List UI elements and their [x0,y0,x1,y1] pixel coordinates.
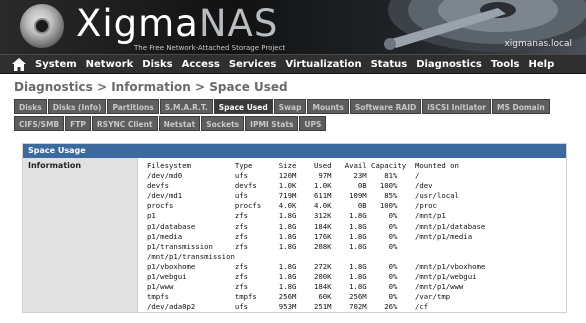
nav-item-status[interactable]: Status [371,55,408,75]
panel-body: Information Filesystem Type Size Used Av… [23,158,566,312]
tab-disks[interactable]: Disks [14,99,47,114]
tab-ms-domain[interactable]: MS Domain [492,99,550,114]
tab-bar: Disks Disks (Info) Partitions S.M.A.R.T. Spa… [14,99,574,133]
tab-s-m-a-r-t[interactable]: S.M.A.R.T. [159,99,213,114]
nav-item-tools[interactable]: Tools [491,55,520,75]
df-output-area: Filesystem Type Size Used Avail Capacity… [138,158,566,312]
tab-row-2: CIFS/SMB FTP RSYNC Client Netstat Sockets IPM… [14,116,574,131]
information-label: Information [23,158,138,312]
nav-item-system[interactable]: System [35,55,77,75]
nav-item-network[interactable]: Network [86,55,134,75]
tab-iscsi-initiator[interactable]: iSCSI Initiator [422,99,492,114]
nav-item-diagnostics[interactable]: Diagnostics [416,55,482,75]
tab-ftp[interactable]: FTP [65,116,91,131]
tab-software-raid[interactable]: Software RAID [349,99,422,114]
tab-swap[interactable]: Swap [273,99,307,114]
tab-cifs-smb[interactable]: CIFS/SMB [14,116,65,131]
nav-item-access[interactable]: Access [182,55,220,75]
breadcrumb: Diagnostics > Information > Space Used [14,80,288,94]
nav-item-help[interactable]: Help [528,55,554,75]
logo-tagline: The Free Network-Attached Storage Projec… [134,44,286,52]
main-nav: System Network Disks Access Services Virtuali… [0,54,586,74]
df-output: Filesystem Type Size Used Avail Capacity… [147,161,486,312]
logo-disk-icon [20,4,64,48]
tab-row-1: Disks Disks (Info) Partitions S.M.A.R.T. Spa… [14,99,574,114]
nav-menu: System Network Disks Access Services Virtuali… [35,55,563,75]
nav-item-virtualization[interactable]: Virtualization [285,55,361,75]
space-usage-panel: Space Usage Information Filesystem Type … [22,143,567,313]
nav-item-services[interactable]: Services [229,55,277,75]
tab-ipmi-stats[interactable]: IPMI Stats [245,116,299,131]
tab-ups[interactable]: UPS [299,116,327,131]
tab-rsync-client[interactable]: RSYNC Client [91,116,158,131]
logo-text: XigmaNAS [76,2,279,45]
hostname: xigmanas.local [504,39,572,49]
tab-mounts[interactable]: Mounts [307,99,349,114]
tab-partitions[interactable]: Partitions [107,99,159,114]
nav-item-disks[interactable]: Disks [142,55,172,75]
panel-title: Space Usage [23,144,566,158]
tab-netstat[interactable]: Netstat [158,116,201,131]
tab-sockets[interactable]: Sockets [201,116,245,131]
header: XigmaNAS The Free Network-Attached Stora… [0,0,586,54]
tab-space-used[interactable]: Space Used [213,99,273,114]
home-icon[interactable] [12,58,26,71]
tab-disks-info[interactable]: Disks (Info) [47,99,107,114]
